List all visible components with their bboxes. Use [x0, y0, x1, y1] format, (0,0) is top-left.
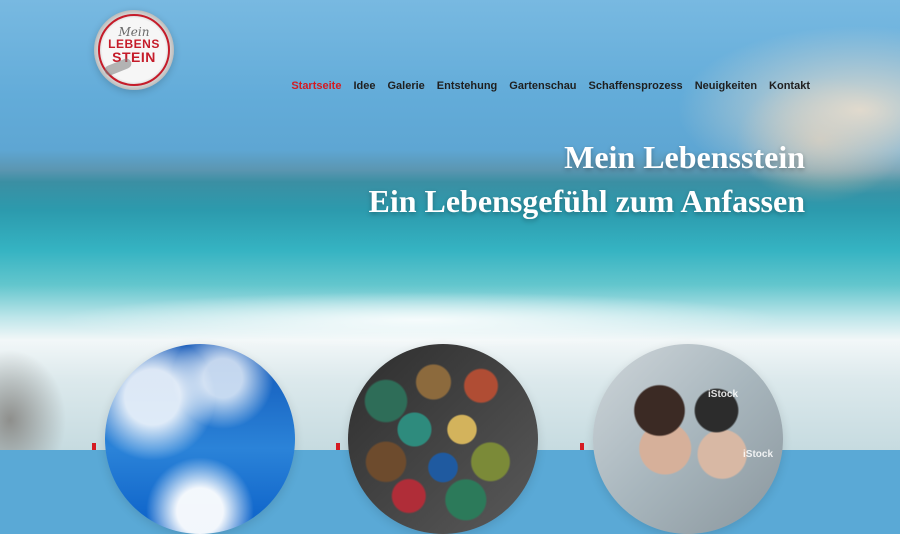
- feature-image-sky[interactable]: [105, 344, 295, 534]
- logo-line-3: STEIN: [112, 49, 156, 65]
- main-navigation: Startseite Idee Galerie Entstehung Garte…: [0, 76, 810, 96]
- hero-headline: Mein Lebensstein Ein Lebensgefühl zum An…: [185, 138, 805, 220]
- nav-item-entstehung[interactable]: Entstehung: [437, 80, 498, 92]
- nav-item-idee[interactable]: Idee: [353, 80, 375, 92]
- nav-item-gartenschau[interactable]: Gartenschau: [509, 80, 576, 92]
- nav-item-schaffensprozess[interactable]: Schaffensprozess: [589, 80, 683, 92]
- hero-title-line-1: Mein Lebensstein: [564, 139, 805, 175]
- nav-item-neuigkeiten[interactable]: Neuigkeiten: [695, 80, 757, 92]
- hero-title-line-2: Ein Lebensgefühl zum Anfassen: [368, 183, 805, 219]
- feature-image-people[interactable]: iStock iStock: [593, 344, 783, 534]
- logo-text: Mein LEBENS STEIN: [94, 26, 174, 64]
- istock-watermark-2: iStock: [743, 449, 774, 460]
- feature-image-stones[interactable]: [348, 344, 538, 534]
- accent-mark: [580, 443, 584, 450]
- accent-mark: [92, 443, 96, 450]
- nav-item-startseite[interactable]: Startseite: [291, 80, 341, 92]
- nav-item-kontakt[interactable]: Kontakt: [769, 80, 810, 92]
- nav-item-galerie[interactable]: Galerie: [387, 80, 424, 92]
- accent-mark: [336, 443, 340, 450]
- istock-watermark-1: iStock: [708, 389, 739, 400]
